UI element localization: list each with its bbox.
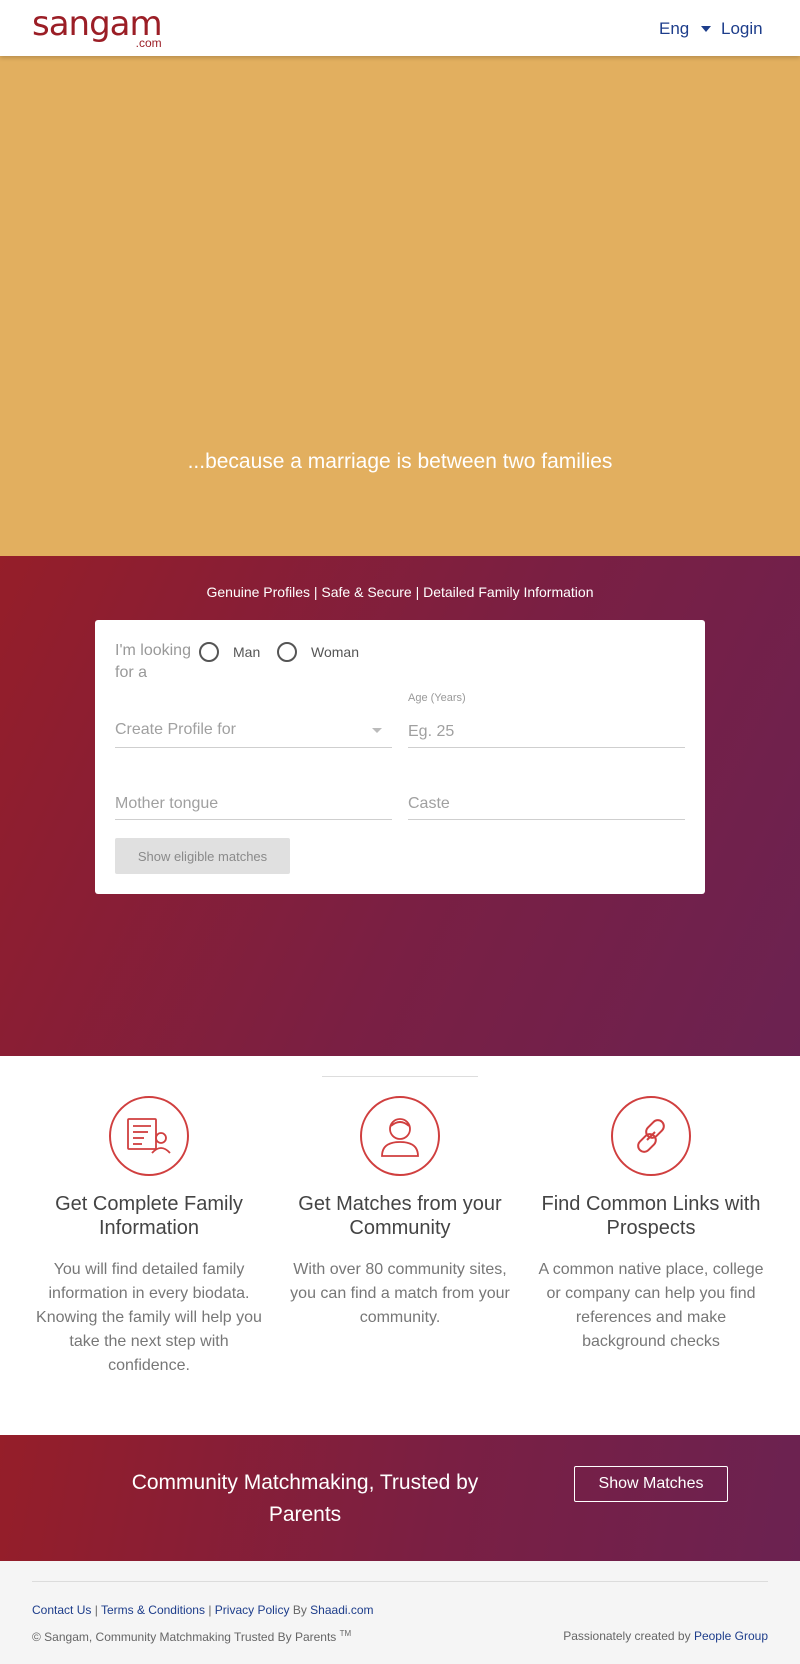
caste-field[interactable] [408,784,685,820]
caret-down-icon [701,26,712,32]
age-label: Age (Years) [408,692,466,704]
copyright-text: © Sangam, Community Matchmaking Trusted … [32,1629,351,1644]
show-eligible-matches-button[interactable]: Show eligible matches [115,838,290,874]
age-input[interactable] [408,723,685,741]
cta-text: Community Matchmaking, Trusted by Parent… [131,1471,479,1526]
mother-tongue-field[interactable] [115,784,392,820]
trust-features-line: Genuine Profiles | Safe & Secure | Detai… [206,584,594,600]
hero-banner: ...because a marriage is between two fam… [0,56,800,556]
link-icon [611,1096,691,1176]
trademark-mark: TM [339,1629,352,1638]
feature-family-info: Get Complete Family Information You will… [24,1096,274,1378]
gender-radio-man[interactable]: Man [199,642,260,662]
header: sangam .com Eng Login [0,0,800,56]
create-profile-for-select[interactable]: Create Profile for [115,712,392,748]
feature-title: Find Common Links with Prospects [541,1193,761,1239]
feature-description: You will find detailed family informatio… [36,1261,262,1374]
feature-description: A common native place, college or compan… [538,1261,764,1350]
by-text: By [292,1603,307,1617]
sangam-logo[interactable]: sangam .com [32,6,163,50]
cta-band: Community Matchmaking, Trusted by Parent… [0,1435,800,1561]
looking-for-label: I'm looking for a [115,642,191,681]
chevron-down-icon [372,728,382,733]
mother-tongue-input[interactable] [115,795,392,813]
caste-input[interactable] [408,795,685,813]
age-field[interactable]: Age (Years) [408,692,685,748]
show-matches-button[interactable]: Show Matches [574,1466,728,1502]
feature-title: Get Matches from your Community [298,1193,502,1239]
feature-community-matches: Get Matches from your Community With ove… [275,1096,525,1330]
footer-links: Contact Us | Terms & Conditions | Privac… [32,1603,374,1617]
credit-label: Passionately created by [563,1629,691,1643]
radio-label-man: Man [233,644,261,660]
user-icon [360,1096,440,1176]
registration-form: I'm looking for a Man Woman Create Profi… [95,620,705,894]
feature-description: With over 80 community sites, you can fi… [290,1261,510,1326]
contact-us-link[interactable]: Contact Us [32,1603,91,1617]
hero-tagline: ...because a marriage is between two fam… [187,450,613,473]
section-divider [322,1076,478,1077]
feature-title: Get Complete Family Information [55,1193,243,1239]
footer: Contact Us | Terms & Conditions | Privac… [0,1561,800,1664]
privacy-policy-link[interactable]: Privacy Policy [215,1603,290,1617]
language-label: Eng [659,19,690,38]
radio-circle-icon[interactable] [199,642,219,662]
biodata-icon [109,1096,189,1176]
people-group-link[interactable]: People Group [694,1629,768,1643]
logo-suffix: .com [135,36,162,50]
copyright-label: © Sangam, Community Matchmaking Trusted … [32,1630,337,1644]
footer-divider [32,1581,768,1582]
create-profile-for-placeholder: Create Profile for [115,721,236,738]
radio-label-woman: Woman [311,644,359,660]
feature-common-links: Find Common Links with Prospects A commo… [526,1096,776,1354]
gender-radio-woman[interactable]: Woman [277,642,359,662]
terms-link[interactable]: Terms & Conditions [101,1603,205,1617]
language-selector[interactable]: Eng [659,19,712,39]
login-link[interactable]: Login [721,19,763,39]
credit-text: Passionately created by People Group [563,1629,768,1643]
shaadi-link[interactable]: Shaadi.com [310,1603,373,1617]
radio-circle-icon[interactable] [277,642,297,662]
registration-band: Genuine Profiles | Safe & Secure | Detai… [0,556,800,1056]
